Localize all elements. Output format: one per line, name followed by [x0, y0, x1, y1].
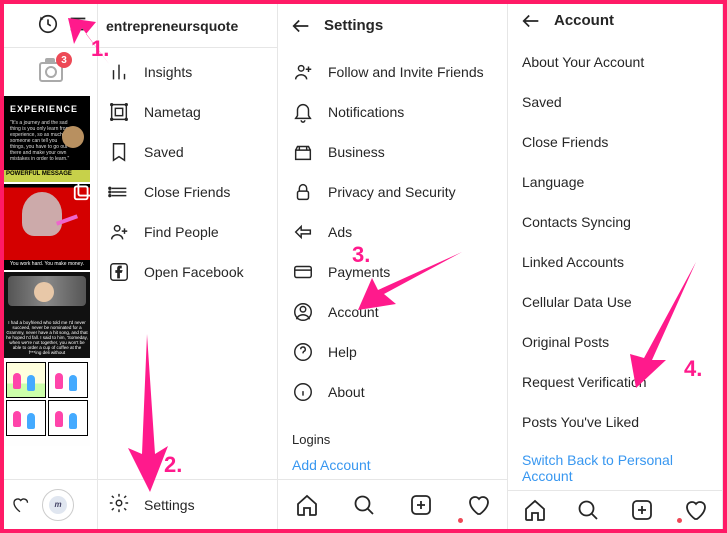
settings-item-label: Business [328, 144, 385, 160]
archive-icon[interactable] [37, 13, 59, 38]
open-facebook-icon [108, 261, 130, 283]
activity-dot-icon [458, 518, 463, 523]
menu-item-saved[interactable]: Saved [98, 132, 277, 172]
switch-personal-link[interactable]: Switch Back to Personal Account [508, 446, 722, 490]
settings-item-help[interactable]: Help [278, 332, 507, 372]
post-thumbnail[interactable]: I had a boyfriend who told me I'd never … [4, 272, 90, 358]
account-item-label: Language [522, 174, 584, 190]
arrow-1-icon [64, 14, 124, 74]
nav-activity-icon[interactable] [683, 498, 707, 522]
follow-invite-icon [292, 61, 314, 83]
activity-heart-icon[interactable] [10, 496, 30, 514]
account-item-contacts-syncing[interactable]: Contacts Syncing [508, 202, 722, 242]
carousel-icon [72, 184, 90, 202]
notifications-icon [292, 101, 314, 123]
menu-item-insights[interactable]: Insights [98, 52, 277, 92]
settings-item-label: Follow and Invite Friends [328, 64, 484, 80]
settings-item-label: Privacy and Security [328, 184, 456, 200]
menu-item-open-facebook[interactable]: Open Facebook [98, 252, 277, 292]
bottom-nav [278, 479, 507, 529]
settings-item-label: Help [328, 344, 357, 360]
settings-item-label: Ads [328, 224, 352, 240]
account-item-label: About Your Account [522, 54, 644, 70]
menu-item-label: Close Friends [144, 184, 230, 200]
privacy-icon [292, 181, 314, 203]
nav-search-icon[interactable] [352, 493, 376, 517]
account-item-language[interactable]: Language [508, 162, 722, 202]
account-item-close-friends[interactable]: Close Friends [508, 122, 722, 162]
menu-item-label: Nametag [144, 104, 201, 120]
arrow-2-icon [122, 334, 172, 494]
help-icon [292, 341, 314, 363]
post-thumbnail[interactable] [4, 360, 90, 446]
business-icon [292, 141, 314, 163]
account-item-label: Cellular Data Use [522, 294, 632, 310]
menu-item-find-people[interactable]: Find People [98, 212, 277, 252]
settings-label: Settings [144, 497, 195, 513]
settings-item-follow-invite[interactable]: Follow and Invite Friends [278, 52, 507, 92]
account-title: Account [554, 12, 614, 29]
account-icon [292, 301, 314, 323]
nav-new-post-icon[interactable] [409, 493, 433, 517]
nametag-icon [108, 101, 130, 123]
arrow-3-icon [354, 248, 464, 318]
back-button[interactable] [290, 15, 312, 37]
logins-section-header: Logins [278, 418, 507, 451]
settings-item-ads[interactable]: Ads [278, 212, 507, 252]
bottom-nav [508, 490, 722, 529]
account-item-label: Contacts Syncing [522, 214, 631, 230]
account-item-posts-liked[interactable]: Posts You've Liked [508, 402, 722, 442]
profile-feed-sliver: 3 EXPERIENCE "It's a journey and the sad… [4, 4, 98, 529]
profile-avatar[interactable]: m [42, 489, 74, 521]
nav-activity-icon[interactable] [466, 493, 490, 517]
close-friends-icon [108, 181, 130, 203]
add-account-link[interactable]: Add Account [278, 451, 507, 479]
settings-title: Settings [324, 17, 383, 34]
post-thumbnail[interactable]: You work hard. You make money. [4, 184, 90, 270]
nav-new-post-icon[interactable] [630, 498, 654, 522]
settings-item-about[interactable]: About [278, 372, 507, 412]
activity-dot-icon [677, 518, 682, 523]
payments-icon [292, 261, 314, 283]
menu-item-close-friends[interactable]: Close Friends [98, 172, 277, 212]
ads-icon [292, 221, 314, 243]
back-button[interactable] [520, 10, 542, 32]
arrow-4-icon [626, 260, 706, 390]
saved-icon [108, 141, 130, 163]
account-item-label: Posts You've Liked [522, 414, 639, 430]
nav-search-icon[interactable] [576, 498, 600, 522]
menu-item-label: Open Facebook [144, 264, 244, 280]
account-item-label: Original Posts [522, 334, 609, 350]
settings-item-privacy[interactable]: Privacy and Security [278, 172, 507, 212]
settings-item-label: Notifications [328, 104, 404, 120]
settings-item-notifications[interactable]: Notifications [278, 92, 507, 132]
about-icon [292, 381, 314, 403]
nav-home-icon[interactable] [523, 498, 547, 522]
username-header: entrepreneursquote [98, 4, 277, 48]
menu-item-nametag[interactable]: Nametag [98, 92, 277, 132]
settings-item-label: About [328, 384, 365, 400]
account-item-saved[interactable]: Saved [508, 82, 722, 122]
settings-item-business[interactable]: Business [278, 132, 507, 172]
account-item-about-your-account[interactable]: About Your Account [508, 42, 722, 82]
post-thumbnail[interactable]: EXPERIENCE "It's a journey and the sad t… [4, 96, 90, 182]
account-item-label: Close Friends [522, 134, 608, 150]
gear-icon [108, 492, 130, 517]
nav-home-icon[interactable] [295, 493, 319, 517]
find-people-icon [108, 221, 130, 243]
account-item-label: Linked Accounts [522, 254, 624, 270]
menu-item-label: Saved [144, 144, 184, 160]
account-item-label: Saved [522, 94, 562, 110]
menu-item-label: Find People [144, 224, 219, 240]
menu-item-label: Insights [144, 64, 192, 80]
